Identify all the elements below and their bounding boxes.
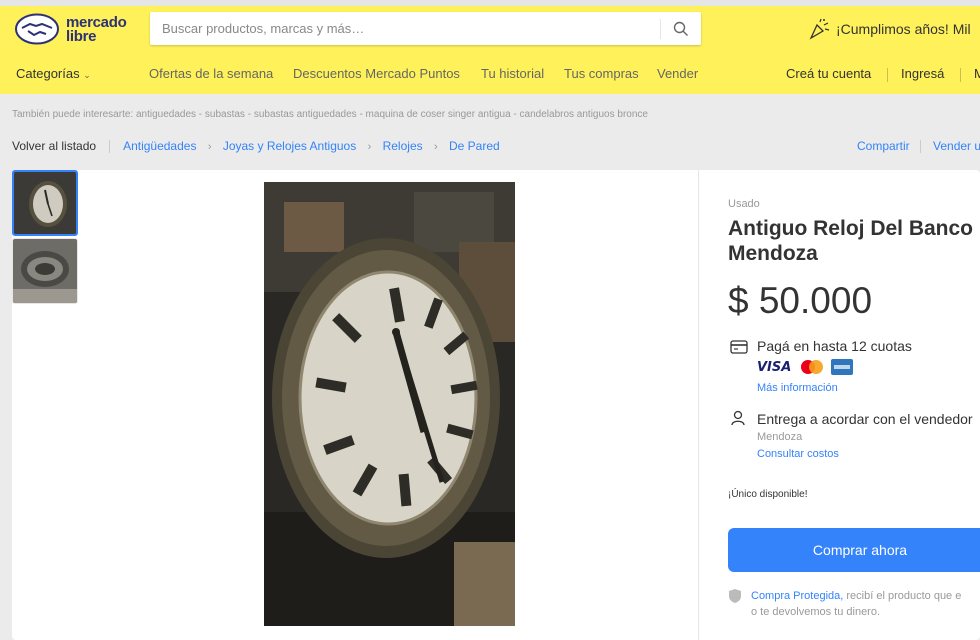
categories-label: Categorías	[16, 66, 80, 81]
breadcrumb-item-clocks[interactable]: Relojes	[383, 139, 423, 153]
installments-text: Pagá en hasta 12 cuotas	[757, 338, 912, 354]
protection-text-1: recibí el producto que e	[843, 590, 962, 602]
main-nav: Categorías ⌄ Ofertas de la semana Descue…	[0, 66, 980, 94]
create-account-link[interactable]: Creá tu cuenta	[786, 66, 871, 81]
amex-logo	[831, 359, 854, 375]
nav-divider	[960, 68, 961, 82]
breadcrumb-divider	[109, 140, 111, 154]
nav-link-sell[interactable]: Vender	[657, 66, 698, 81]
nav-link-weekly-deals[interactable]: Ofertas de la semana	[149, 66, 273, 81]
back-to-listing-link[interactable]: Volver al listado	[12, 139, 96, 153]
product-main-image[interactable]	[264, 182, 515, 626]
related-searches[interactable]: También puede interesarte: antiguedades …	[12, 109, 648, 120]
breadcrumb: Volver al listado Antigüedades › Joyas y…	[12, 139, 500, 155]
seller-location: Mendoza	[757, 431, 803, 443]
thumbnail-2[interactable]	[12, 238, 78, 304]
breadcrumb-item-wall[interactable]: De Pared	[449, 139, 500, 153]
chevron-right-icon: ›	[367, 141, 372, 153]
more-info-link[interactable]: Más información	[757, 382, 838, 394]
search-icon	[673, 21, 688, 36]
mercadolibre-logo[interactable]: mercado libre	[14, 12, 139, 50]
thumbnail-1[interactable]	[12, 170, 78, 236]
nav-link-points-discounts[interactable]: Descuentos Mercado Puntos	[293, 66, 460, 81]
handshake-logo-icon	[15, 13, 59, 45]
clock-thumbnail-image	[14, 172, 76, 234]
buy-now-button[interactable]: Comprar ahora	[728, 528, 980, 572]
protected-purchase-link[interactable]: Compra Protegida,	[751, 590, 843, 602]
chevron-right-icon: ›	[433, 141, 438, 153]
payment-cards: VISA	[757, 359, 854, 375]
mastercard-logo	[801, 360, 824, 374]
chevron-down-icon: ⌄	[83, 70, 91, 80]
nav-divider	[887, 68, 888, 82]
credit-card-icon	[730, 340, 748, 354]
product-panel: Usado Antiguo Reloj Del Banco Mendoza $ …	[12, 170, 980, 640]
product-price: $ 50.000	[728, 280, 873, 321]
party-popper-icon	[809, 18, 830, 40]
clock-back-thumbnail-image	[13, 239, 77, 303]
item-condition: Usado	[728, 198, 760, 210]
share-link[interactable]: Compartir	[857, 139, 910, 153]
visa-logo: VISA	[757, 359, 792, 375]
stock-status: ¡Único disponible!	[728, 489, 808, 500]
column-divider	[698, 170, 699, 640]
shield-icon	[729, 589, 741, 603]
nav-link-purchases[interactable]: Tus compras	[564, 66, 639, 81]
my-purchases-link[interactable]: M	[974, 66, 980, 81]
logo-wordmark: mercado libre	[66, 15, 127, 45]
product-title: Antiguo Reloj Del Banco Mendoza	[728, 217, 974, 265]
breadcrumb-item-jewelry-watches[interactable]: Joyas y Relojes Antiguos	[223, 139, 356, 153]
promo-text: ¡Cumplimos años! Mil	[836, 21, 971, 37]
person-icon	[731, 410, 745, 426]
sell-one-link[interactable]: Vender u	[933, 139, 980, 153]
search-button[interactable]	[661, 12, 701, 45]
chevron-right-icon: ›	[207, 141, 212, 153]
nav-link-history[interactable]: Tu historial	[481, 66, 544, 81]
breadcrumb-item-antiques[interactable]: Antigüedades	[123, 139, 196, 153]
shipping-costs-link[interactable]: Consultar costos	[757, 448, 839, 460]
site-header: mercado libre ¡Cumplimos años! Mil Categ…	[0, 6, 980, 94]
login-link[interactable]: Ingresá	[901, 66, 944, 81]
logo-line-2: libre	[66, 28, 97, 45]
protection-text-2: o te devolvemos tu dinero.	[751, 606, 881, 618]
antique-clock-photo	[264, 182, 515, 626]
search-bar	[150, 12, 701, 45]
anniversary-promo[interactable]: ¡Cumplimos años! Mil	[808, 18, 971, 40]
breadcrumb-action-divider	[920, 140, 921, 153]
delivery-text: Entrega a acordar con el vendedor	[757, 411, 973, 427]
purchase-protection-text: Compra Protegida, recibí el producto que…	[751, 588, 980, 620]
search-input[interactable]	[150, 12, 660, 45]
categories-menu[interactable]: Categorías ⌄	[16, 66, 91, 81]
